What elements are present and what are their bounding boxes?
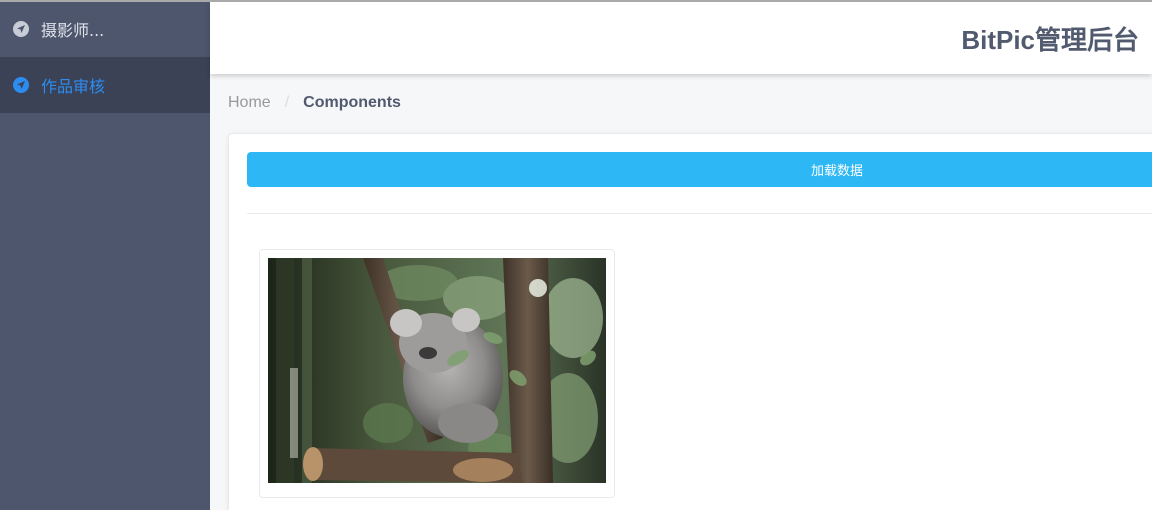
main-content: Home / Components 加载数据 xyxy=(210,74,1152,510)
sidebar-item-label: 作品审核 xyxy=(41,77,106,96)
window-top-border xyxy=(0,0,1152,2)
sidebar-item-label: 摄影师... xyxy=(41,21,105,40)
sidebar: 摄影师... 作品审核 xyxy=(0,1,210,510)
load-data-button-label: 加载数据 xyxy=(810,163,863,178)
load-data-button[interactable]: 加载数据 xyxy=(247,152,1152,187)
breadcrumb-current: Components xyxy=(303,94,401,111)
navigation-icon xyxy=(13,21,29,37)
divider xyxy=(247,213,1152,214)
breadcrumb: Home / Components xyxy=(228,94,401,112)
sidebar-item-work-review[interactable]: 作品审核 xyxy=(0,57,210,113)
photo-image xyxy=(268,258,606,483)
sidebar-item-photographers[interactable]: 摄影师... xyxy=(0,1,210,57)
content-card: 加载数据 xyxy=(228,133,1152,510)
breadcrumb-home[interactable]: Home xyxy=(228,94,271,112)
navigation-icon xyxy=(13,77,29,93)
breadcrumb-separator: / xyxy=(284,94,290,111)
app-header: BitPic管理后台 xyxy=(210,2,1152,74)
app-title: BitPic管理后台 xyxy=(961,25,1139,55)
photo-card[interactable] xyxy=(259,249,615,498)
